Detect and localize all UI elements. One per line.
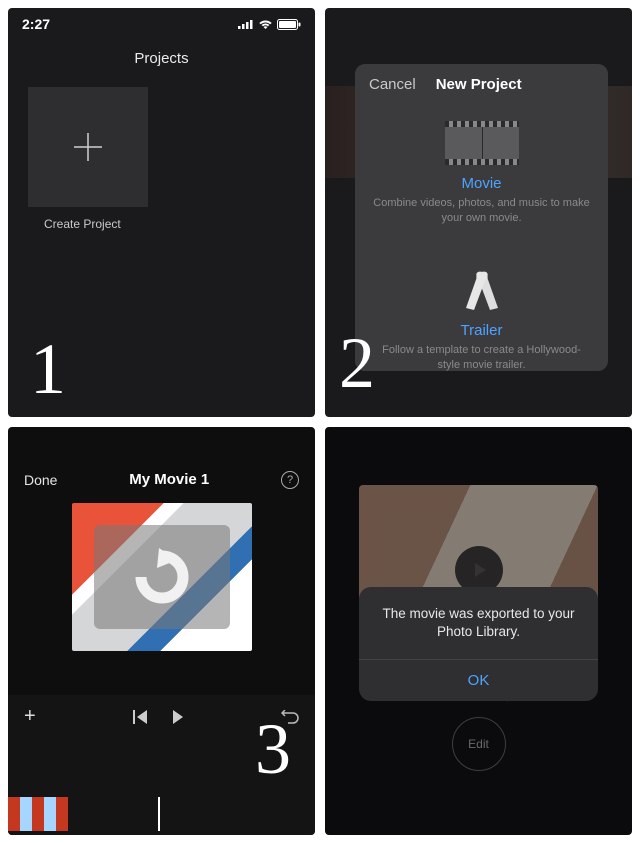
clip-thumbnail[interactable] xyxy=(8,797,68,831)
playhead[interactable] xyxy=(158,797,160,831)
skip-back-button[interactable] xyxy=(133,710,147,724)
option-movie[interactable]: Movie Combine videos, photos, and music … xyxy=(355,105,608,240)
dialog-header: Cancel New Project xyxy=(355,64,608,105)
editor-header: Done My Movie 1 ? xyxy=(8,427,315,497)
cancel-button[interactable]: Cancel xyxy=(369,76,416,93)
battery-icon xyxy=(277,19,301,30)
rotate-overlay xyxy=(94,525,230,629)
wifi-icon xyxy=(258,19,273,30)
new-project-dialog: Cancel New Project Movie Combine videos,… xyxy=(355,64,608,371)
ok-button[interactable]: OK xyxy=(375,660,582,701)
plus-icon xyxy=(68,127,108,167)
cellular-icon xyxy=(238,19,254,29)
help-icon[interactable]: ? xyxy=(281,471,299,489)
rotate-arrow-icon xyxy=(127,542,197,612)
option-movie-title: Movie xyxy=(373,175,590,192)
option-movie-desc: Combine videos, photos, and music to mak… xyxy=(373,196,590,226)
spotlight-icon xyxy=(452,264,512,312)
create-project-label: Create Project xyxy=(44,217,315,231)
panel-editor: Done My Movie 1 ? + xyxy=(8,427,315,836)
panel-new-project: Cancel New Project Movie Combine videos,… xyxy=(325,8,632,417)
preview-viewer[interactable] xyxy=(72,503,252,651)
alert-message: The movie was exported to your Photo Lib… xyxy=(375,605,582,641)
page-title: Projects xyxy=(8,50,315,67)
add-media-button[interactable]: + xyxy=(24,705,36,728)
option-trailer[interactable]: Trailer Follow a template to create a Ho… xyxy=(355,240,608,387)
status-right xyxy=(238,19,301,30)
step-number: 1 xyxy=(30,328,66,411)
timeline-track[interactable] xyxy=(8,797,315,831)
status-bar: 2:27 xyxy=(8,8,315,32)
status-time: 2:27 xyxy=(22,16,50,32)
edit-label: Edit xyxy=(468,737,489,751)
done-button[interactable]: Done xyxy=(24,472,57,488)
project-title: My Movie 1 xyxy=(129,471,209,488)
export-alert: The movie was exported to your Photo Lib… xyxy=(359,587,598,701)
panel-export: My Movie 1 5 sec · October 18, 2021 Edit… xyxy=(325,427,632,836)
play-button[interactable] xyxy=(173,710,183,724)
step-number: 2 xyxy=(339,322,375,405)
create-project-tile[interactable] xyxy=(28,87,148,207)
option-trailer-desc: Follow a template to create a Hollywood-… xyxy=(373,343,590,373)
step-number: 3 xyxy=(255,708,291,791)
film-strip-icon xyxy=(445,121,519,165)
panel-projects: 2:27 Projects Create Project 1 xyxy=(8,8,315,417)
edit-button[interactable]: Edit xyxy=(452,717,506,771)
option-trailer-title: Trailer xyxy=(373,322,590,339)
dialog-title: New Project xyxy=(436,76,522,93)
